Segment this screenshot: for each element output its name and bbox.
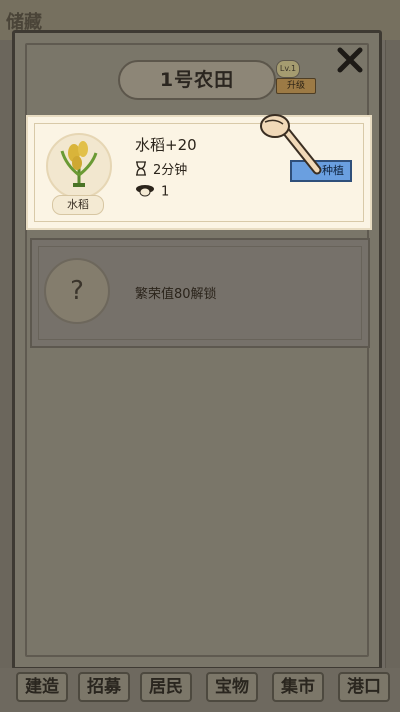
worker-requirement-row: 1 (135, 183, 169, 201)
worker-icon (135, 183, 155, 201)
hourglass-icon (135, 161, 147, 180)
worker-count: 1 (161, 184, 170, 200)
close-icon[interactable] (336, 46, 364, 74)
menu-treasure-button[interactable]: 宝物 (206, 672, 258, 702)
menu-residents-button[interactable]: 居民 (140, 672, 192, 702)
dialog-title: 1号农田 (118, 60, 276, 100)
growth-time-row: 2分钟 (135, 159, 187, 180)
menu-recruit-button[interactable]: 招募 (78, 672, 130, 702)
crop-image-frame (46, 133, 112, 199)
close-x-icon (337, 47, 363, 73)
level-badge: Lv.1 (276, 60, 300, 78)
growth-time: 2分钟 (153, 163, 188, 178)
menu-market-button[interactable]: 集市 (272, 672, 324, 702)
harvest-reward: 水稻+20 (135, 136, 197, 154)
crop-name-label: 水稻 (52, 195, 104, 215)
unlock-requirement: 繁荣值80解锁 (135, 287, 217, 302)
pointing-hand-icon (255, 108, 325, 182)
rice-plant-icon (60, 141, 98, 187)
menu-build-button[interactable]: 建造 (16, 672, 68, 702)
upgrade-button[interactable]: 升级 (276, 78, 316, 94)
background-scene-right (385, 40, 400, 670)
menu-port-button[interactable]: 港口 (338, 672, 390, 702)
question-mark-icon: ? (44, 258, 110, 324)
